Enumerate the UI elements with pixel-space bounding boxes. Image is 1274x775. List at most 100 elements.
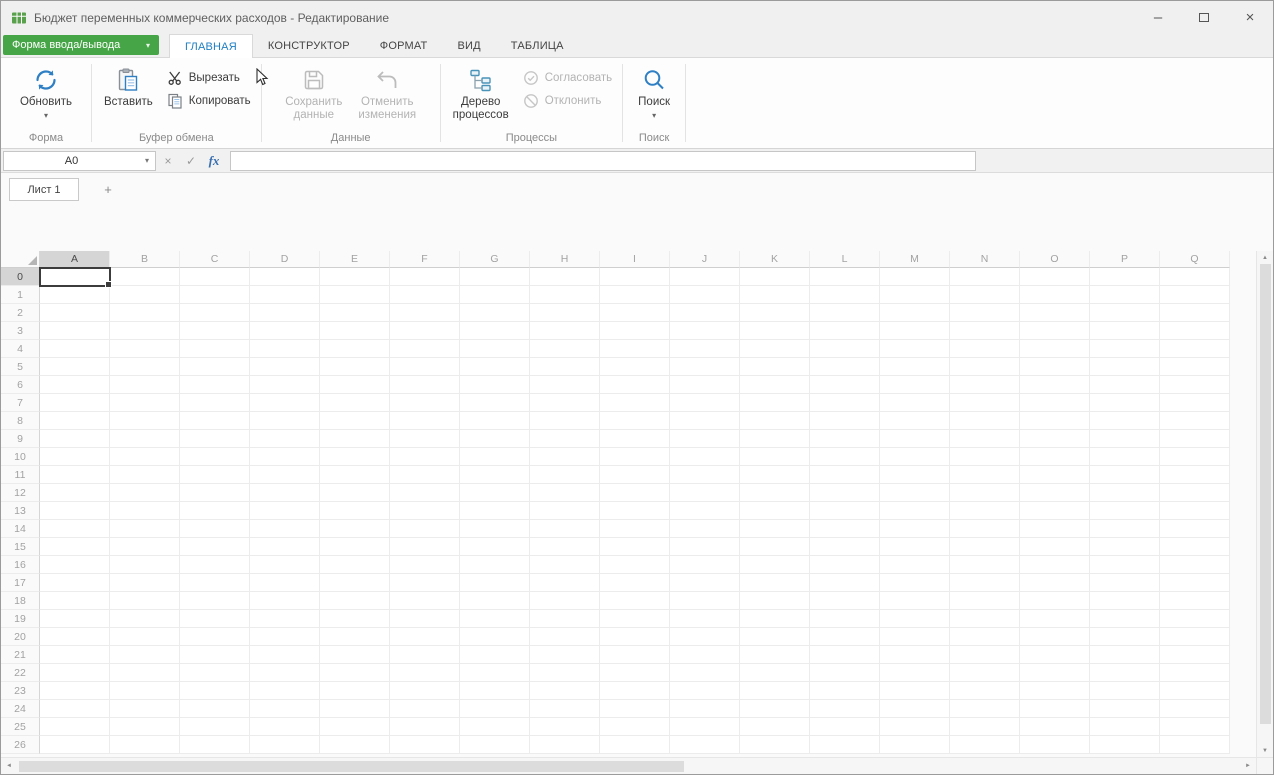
cell-O6[interactable]	[1020, 376, 1090, 394]
cell-M10[interactable]	[880, 448, 950, 466]
cell-B17[interactable]	[110, 574, 180, 592]
cell-N0[interactable]	[950, 268, 1020, 286]
cell-N1[interactable]	[950, 286, 1020, 304]
column-header-K[interactable]: K	[740, 251, 810, 268]
insert-function-button[interactable]: fx	[203, 153, 225, 169]
cell-J2[interactable]	[670, 304, 740, 322]
cell-K19[interactable]	[740, 610, 810, 628]
cell-P14[interactable]	[1090, 520, 1160, 538]
cell-I5[interactable]	[600, 358, 670, 376]
cell-C11[interactable]	[180, 466, 250, 484]
cell-A3[interactable]	[40, 322, 110, 340]
undo-changes-button[interactable]: Отменитьизменения	[350, 60, 424, 122]
row-header-18[interactable]: 18	[1, 592, 40, 610]
cell-K20[interactable]	[740, 628, 810, 646]
cell-G18[interactable]	[460, 592, 530, 610]
cell-A9[interactable]	[40, 430, 110, 448]
cell-C17[interactable]	[180, 574, 250, 592]
cell-G11[interactable]	[460, 466, 530, 484]
cell-C23[interactable]	[180, 682, 250, 700]
cell-H1[interactable]	[530, 286, 600, 304]
cell-P24[interactable]	[1090, 700, 1160, 718]
cell-J5[interactable]	[670, 358, 740, 376]
cell-I25[interactable]	[600, 718, 670, 736]
cell-M0[interactable]	[880, 268, 950, 286]
cell-C21[interactable]	[180, 646, 250, 664]
row-header-26[interactable]: 26	[1, 736, 40, 754]
cell-O24[interactable]	[1020, 700, 1090, 718]
cell-H8[interactable]	[530, 412, 600, 430]
cell-I19[interactable]	[600, 610, 670, 628]
cell-M14[interactable]	[880, 520, 950, 538]
cell-H5[interactable]	[530, 358, 600, 376]
row-header-7[interactable]: 7	[1, 394, 40, 412]
cell-D9[interactable]	[250, 430, 320, 448]
cell-K6[interactable]	[740, 376, 810, 394]
cell-J23[interactable]	[670, 682, 740, 700]
cell-B1[interactable]	[110, 286, 180, 304]
row-header-23[interactable]: 23	[1, 682, 40, 700]
approve-button[interactable]: Согласовать	[523, 70, 612, 86]
cell-D24[interactable]	[250, 700, 320, 718]
cell-N2[interactable]	[950, 304, 1020, 322]
cell-I9[interactable]	[600, 430, 670, 448]
cell-M9[interactable]	[880, 430, 950, 448]
cell-B6[interactable]	[110, 376, 180, 394]
cell-P10[interactable]	[1090, 448, 1160, 466]
cell-I3[interactable]	[600, 322, 670, 340]
cell-E18[interactable]	[320, 592, 390, 610]
cell-F8[interactable]	[390, 412, 460, 430]
cell-J4[interactable]	[670, 340, 740, 358]
cell-Q25[interactable]	[1160, 718, 1230, 736]
cell-G8[interactable]	[460, 412, 530, 430]
cell-J11[interactable]	[670, 466, 740, 484]
cell-B12[interactable]	[110, 484, 180, 502]
cell-K0[interactable]	[740, 268, 810, 286]
cell-J1[interactable]	[670, 286, 740, 304]
cell-J9[interactable]	[670, 430, 740, 448]
cell-O14[interactable]	[1020, 520, 1090, 538]
cell-M24[interactable]	[880, 700, 950, 718]
cell-A12[interactable]	[40, 484, 110, 502]
cell-I24[interactable]	[600, 700, 670, 718]
cell-H22[interactable]	[530, 664, 600, 682]
cell-I8[interactable]	[600, 412, 670, 430]
cell-L6[interactable]	[810, 376, 880, 394]
cell-B19[interactable]	[110, 610, 180, 628]
cell-I2[interactable]	[600, 304, 670, 322]
cell-K13[interactable]	[740, 502, 810, 520]
cell-A23[interactable]	[40, 682, 110, 700]
row-header-6[interactable]: 6	[1, 376, 40, 394]
cell-J7[interactable]	[670, 394, 740, 412]
column-header-C[interactable]: C	[180, 251, 250, 268]
cell-D5[interactable]	[250, 358, 320, 376]
select-all-corner[interactable]	[1, 251, 40, 268]
cell-I6[interactable]	[600, 376, 670, 394]
tab-format[interactable]: ФОРМАТ	[365, 34, 443, 57]
cell-G17[interactable]	[460, 574, 530, 592]
cell-P4[interactable]	[1090, 340, 1160, 358]
cell-J22[interactable]	[670, 664, 740, 682]
cell-K11[interactable]	[740, 466, 810, 484]
cell-N9[interactable]	[950, 430, 1020, 448]
cell-F20[interactable]	[390, 628, 460, 646]
cell-N24[interactable]	[950, 700, 1020, 718]
cell-L9[interactable]	[810, 430, 880, 448]
cell-F0[interactable]	[390, 268, 460, 286]
cell-H24[interactable]	[530, 700, 600, 718]
cell-G5[interactable]	[460, 358, 530, 376]
cell-Q26[interactable]	[1160, 736, 1230, 754]
cell-M21[interactable]	[880, 646, 950, 664]
cell-B0[interactable]	[110, 268, 180, 286]
cell-B24[interactable]	[110, 700, 180, 718]
cell-L7[interactable]	[810, 394, 880, 412]
tab-konstruktor[interactable]: КОНСТРУКТОР	[253, 34, 365, 57]
cell-Q7[interactable]	[1160, 394, 1230, 412]
cell-M12[interactable]	[880, 484, 950, 502]
cell-C4[interactable]	[180, 340, 250, 358]
row-header-15[interactable]: 15	[1, 538, 40, 556]
cell-K12[interactable]	[740, 484, 810, 502]
cell-D25[interactable]	[250, 718, 320, 736]
column-header-G[interactable]: G	[460, 251, 530, 268]
cell-P11[interactable]	[1090, 466, 1160, 484]
